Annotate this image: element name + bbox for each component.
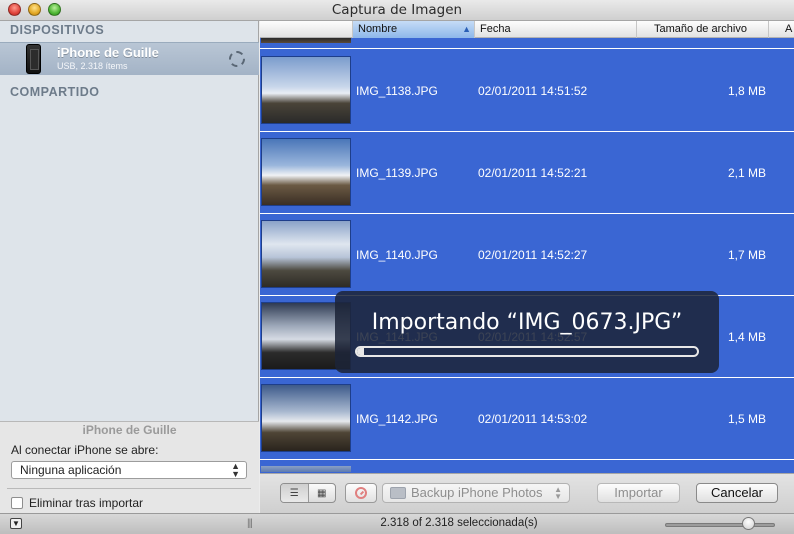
column-date-label: Fecha — [480, 23, 511, 35]
list-item-partial[interactable] — [260, 460, 794, 473]
delete-after-import-label: Eliminar tras importar — [29, 496, 144, 510]
divider — [7, 488, 251, 489]
sidebar: DISPOSITIVOS iPhone de Guille USB, 2.318… — [0, 21, 259, 513]
photo-list[interactable]: IMG_1138.JPG 02/01/2011 14:51:52 1,8 MB IMG… — [260, 21, 794, 473]
column-size[interactable]: Tamaño de archivo — [636, 21, 768, 38]
list-item[interactable]: IMG_1139.JPG 02/01/2011 14:52:21 2,1 MB — [260, 132, 794, 214]
sidebar-item-iphone[interactable]: iPhone de Guille USB, 2.318 ítems — [0, 42, 259, 75]
folder-icon — [390, 487, 406, 499]
devices-header: DISPOSITIVOS — [10, 23, 105, 37]
photo-thumbnail — [261, 220, 351, 288]
progress-fill — [357, 348, 364, 355]
progress-title: Importando “IMG_0673.JPG” — [371, 310, 683, 335]
import-progress-hud: Importando “IMG_0673.JPG” — [335, 291, 719, 373]
destination-label: Backup iPhone Photos — [411, 485, 543, 500]
selection-status: 2.318 of 2.318 seleccionada(s) — [380, 517, 538, 529]
open-app-value: Ninguna aplicación — [20, 463, 122, 477]
column-name-label: Nombre — [358, 23, 398, 35]
updown-arrows-icon: ▲ ▼ — [231, 461, 240, 479]
column-date[interactable]: Fecha — [474, 21, 636, 38]
thumbnail-column-header — [260, 21, 352, 38]
slider-knob[interactable] — [741, 517, 755, 530]
photo-thumbnail — [261, 384, 351, 452]
sort-ascending-icon: ▲ — [462, 24, 471, 34]
list-item[interactable]: IMG_1140.JPG 02/01/2011 14:52:27 1,7 MB — [260, 214, 794, 296]
list-item[interactable]: IMG_1138.JPG 02/01/2011 14:51:52 1,8 MB — [260, 50, 794, 132]
column-extra[interactable]: A — [768, 21, 794, 38]
column-extra-label: A — [785, 23, 793, 35]
delete-button[interactable] — [345, 483, 377, 503]
delete-after-import-checkbox[interactable] — [11, 497, 23, 509]
column-header: Nombre ▲ Fecha Tamaño de archivo A — [260, 21, 794, 38]
file-size: 1,7 MB — [727, 248, 766, 262]
file-name: IMG_1139.JPG — [356, 166, 438, 180]
file-size: 1,4 MB — [727, 330, 766, 344]
view-mode-control[interactable]: ☰ ▦ — [280, 483, 336, 503]
list-view-icon[interactable]: ☰ — [281, 484, 309, 502]
grid-view-icon[interactable]: ▦ — [309, 484, 336, 502]
device-subtitle: USB, 2.318 ítems — [57, 61, 128, 71]
import-button[interactable]: Importar — [597, 483, 680, 503]
file-date: 02/01/2011 14:52:21 — [478, 166, 588, 180]
thumbnail — [261, 38, 351, 43]
file-date: 02/01/2011 14:53:02 — [478, 412, 588, 426]
action-menu-icon[interactable]: ▼ — [10, 518, 22, 529]
file-name: IMG_1140.JPG — [356, 248, 438, 262]
file-name: IMG_1138.JPG — [356, 84, 438, 98]
panel-device-name: iPhone de Guille — [82, 423, 177, 437]
file-date: 02/01/2011 14:51:52 — [478, 84, 588, 98]
loading-spinner-icon — [229, 51, 245, 67]
destination-select[interactable]: Backup iPhone Photos ▲ ▼ — [382, 483, 570, 503]
file-size: 1,5 MB — [727, 412, 766, 426]
thumbnail-size-slider[interactable] — [665, 523, 775, 527]
open-app-label: Al conectar iPhone se abre: — [11, 443, 159, 457]
list-item[interactable]: IMG_1142.JPG 02/01/2011 14:53:02 1,5 MB — [260, 378, 794, 460]
list-item-partial[interactable] — [260, 38, 794, 49]
delete-after-import-row[interactable]: Eliminar tras importar — [11, 496, 143, 510]
file-name: IMG_1142.JPG — [356, 412, 438, 426]
iphone-icon — [26, 44, 41, 74]
cancel-button[interactable]: Cancelar — [696, 483, 778, 503]
resize-grip-icon[interactable]: ||| — [247, 518, 253, 529]
updown-arrows-icon: ▲ ▼ — [554, 485, 562, 501]
column-size-label: Tamaño de archivo — [654, 23, 747, 35]
no-entry-icon — [355, 487, 367, 499]
photo-thumbnail — [261, 138, 351, 206]
device-settings-panel: iPhone de Guille Al conectar iPhone se a… — [0, 421, 259, 513]
device-name: iPhone de Guille — [57, 45, 159, 60]
photo-thumbnail — [261, 56, 351, 124]
bottom-toolbar: ☰ ▦ Backup iPhone Photos ▲ ▼ Importar Can… — [260, 473, 794, 513]
status-bar: ▼ ||| 2.318 of 2.318 seleccionada(s) — [0, 513, 794, 534]
file-date: 02/01/2011 14:52:27 — [478, 248, 588, 262]
file-size: 1,8 MB — [727, 84, 766, 98]
progress-bar — [355, 346, 699, 357]
window-title: Captura de Imagen — [331, 2, 463, 18]
file-size: 2,1 MB — [727, 166, 766, 180]
open-app-select[interactable]: Ninguna aplicación ▲ ▼ — [11, 461, 247, 479]
shared-header: COMPARTIDO — [10, 85, 100, 99]
column-name[interactable]: Nombre ▲ — [352, 21, 474, 38]
title-bar: Captura de Imagen — [0, 0, 794, 21]
thumbnail — [261, 466, 351, 472]
